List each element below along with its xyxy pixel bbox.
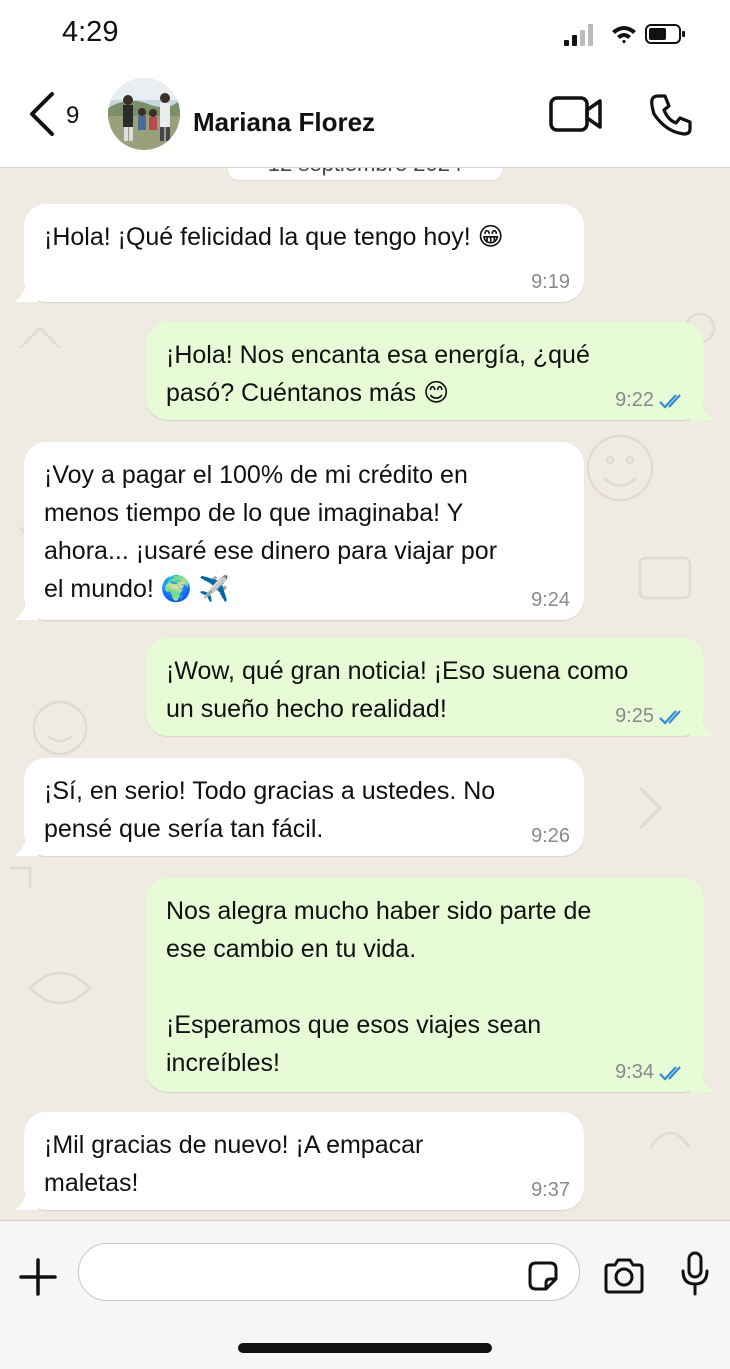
microphone-icon bbox=[681, 1251, 709, 1296]
home-indicator bbox=[238, 1343, 492, 1353]
video-call-button[interactable] bbox=[548, 94, 604, 134]
battery-icon bbox=[645, 24, 685, 44]
sticker-icon bbox=[528, 1261, 558, 1291]
bubble-tail bbox=[690, 718, 714, 736]
message-time: 9:22 bbox=[615, 389, 654, 411]
voice-call-button[interactable] bbox=[648, 92, 694, 138]
input-bar bbox=[0, 1220, 730, 1369]
microphone-button[interactable] bbox=[680, 1251, 710, 1297]
message-time: 9:24 bbox=[531, 589, 570, 611]
bubble-tail bbox=[14, 838, 38, 856]
camera-icon bbox=[604, 1258, 644, 1294]
status-time: 4:29 bbox=[62, 16, 119, 48]
avatar[interactable] bbox=[108, 78, 180, 150]
back-button[interactable]: 9 bbox=[28, 92, 88, 142]
message-bubble[interactable]: ¡Mil gracias de nuevo! ¡A empacar maleta… bbox=[14, 1112, 584, 1210]
message-bubble[interactable]: Nos alegra mucho haber sido parte de ese… bbox=[146, 878, 714, 1092]
message-time: 9:37 bbox=[531, 1179, 570, 1201]
bubble-tail bbox=[14, 602, 38, 620]
plus-icon bbox=[19, 1258, 57, 1296]
message-bubble[interactable]: ¡Wow, qué gran noticia! ¡Eso suena como … bbox=[146, 638, 714, 736]
message-bubble[interactable]: ¡Hola! Nos encanta esa energía, ¿qué pas… bbox=[146, 322, 714, 420]
message-text: Nos alegra mucho haber sido parte de ese… bbox=[166, 897, 592, 1077]
message-text: ¡Voy a pagar el 100% de mi crédito en me… bbox=[44, 461, 498, 603]
message-bubble[interactable]: ¡Sí, en serio! Todo gracias a ustedes. N… bbox=[14, 758, 584, 856]
message-text: ¡Hola! ¡Qué felicidad la que tengo hoy! … bbox=[44, 223, 504, 251]
message-bubble[interactable]: ¡Hola! ¡Qué felicidad la que tengo hoy! … bbox=[14, 204, 584, 302]
message-text: ¡Hola! Nos encanta esa energía, ¿qué pas… bbox=[166, 341, 590, 407]
avatar-photo bbox=[108, 78, 180, 150]
message-bubble[interactable]: ¡Voy a pagar el 100% de mi crédito en me… bbox=[14, 442, 584, 620]
read-ticks-icon bbox=[659, 394, 681, 409]
sticker-button[interactable] bbox=[526, 1259, 560, 1293]
bubble-tail bbox=[14, 1192, 38, 1210]
bubble-tail bbox=[690, 402, 714, 420]
message-time: 9:34 bbox=[615, 1061, 654, 1083]
attach-button[interactable] bbox=[18, 1257, 58, 1297]
status-bar: 4:29 bbox=[0, 0, 730, 70]
status-icons bbox=[564, 24, 685, 46]
message-text: ¡Mil gracias de nuevo! ¡A empacar maleta… bbox=[44, 1131, 424, 1197]
video-camera-icon bbox=[549, 96, 602, 132]
camera-button[interactable] bbox=[602, 1257, 646, 1295]
message-time: 9:19 bbox=[531, 271, 570, 293]
bubble-tail bbox=[14, 284, 38, 302]
chat-area[interactable]: 12 septiembre 2024 ¡Hola! ¡Qué felicidad… bbox=[0, 168, 730, 1220]
chevron-left-icon bbox=[30, 92, 54, 136]
chat-header: 9 Mariana Florez bbox=[0, 70, 730, 168]
message-input[interactable] bbox=[78, 1243, 580, 1301]
message-time: 9:25 bbox=[615, 705, 654, 727]
message-text: ¡Sí, en serio! Todo gracias a ustedes. N… bbox=[44, 777, 496, 843]
unread-count: 9 bbox=[66, 102, 80, 129]
message-time: 9:26 bbox=[531, 825, 570, 847]
message-text: ¡Wow, qué gran noticia! ¡Eso suena como … bbox=[166, 657, 629, 723]
read-ticks-icon bbox=[659, 1066, 681, 1081]
signal-icon bbox=[564, 24, 593, 46]
bubble-tail bbox=[690, 1074, 714, 1092]
phone-icon bbox=[650, 94, 692, 136]
read-ticks-icon bbox=[659, 710, 681, 725]
contact-name[interactable]: Mariana Florez bbox=[193, 107, 375, 138]
wifi-icon bbox=[612, 26, 636, 44]
date-separator: 12 septiembre 2024 bbox=[228, 168, 502, 180]
